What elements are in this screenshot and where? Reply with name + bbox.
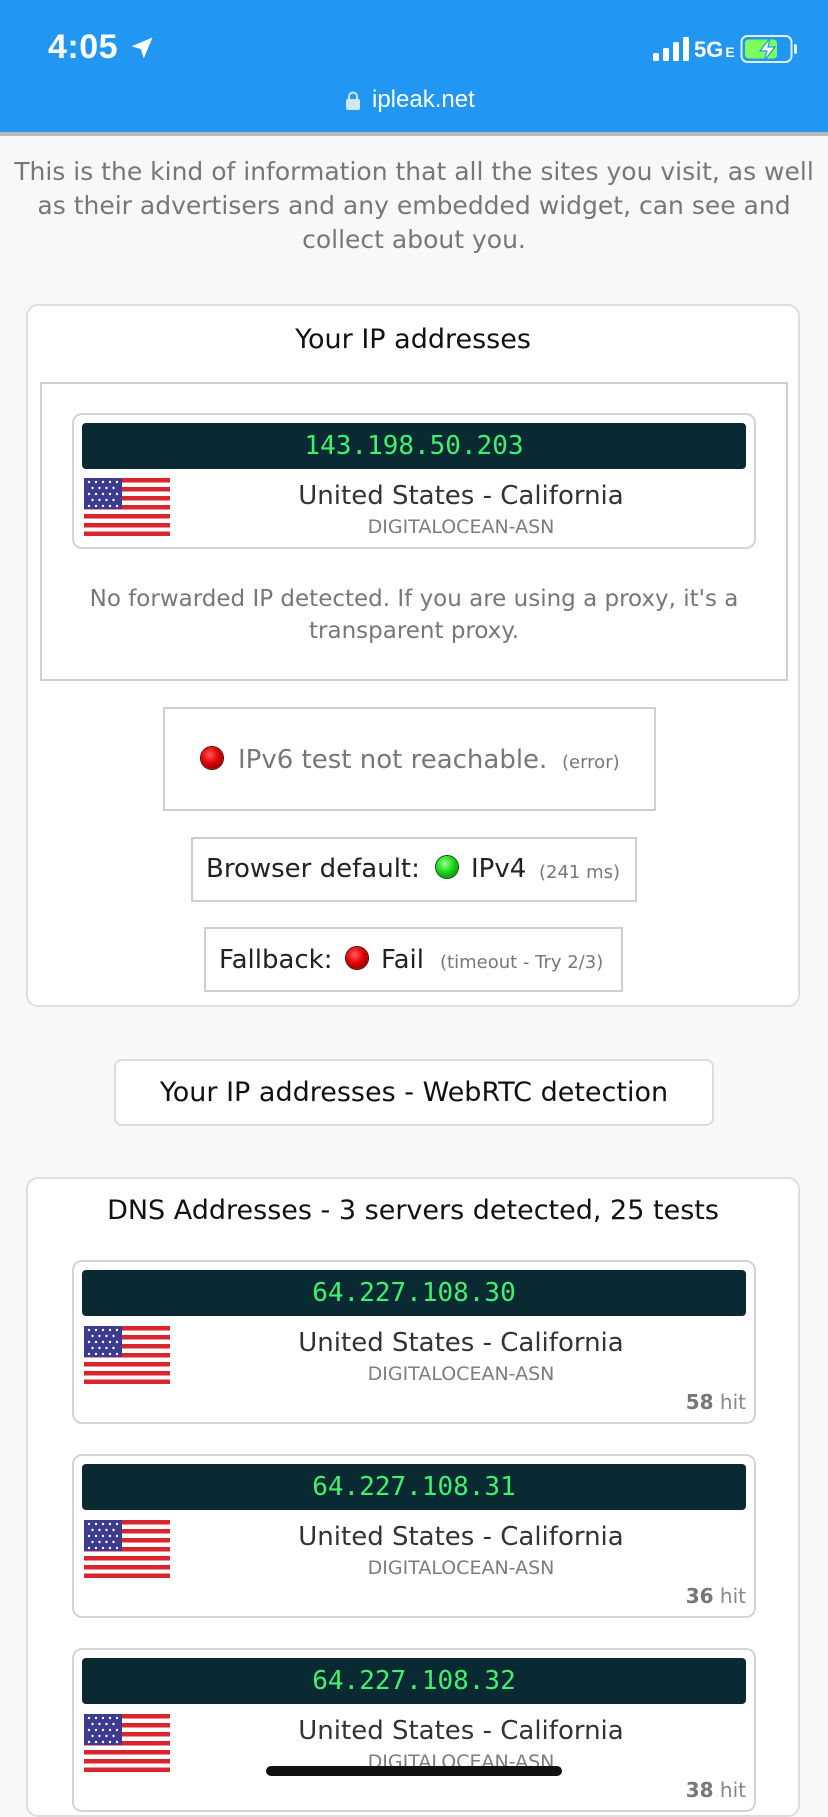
dns-ip-address[interactable]: 64.227.108.31 xyxy=(82,1464,746,1510)
ip-address[interactable]: 143.198.50.203 xyxy=(82,423,746,469)
dns-ip-address[interactable]: 64.227.108.30 xyxy=(82,1270,746,1316)
status-green-icon xyxy=(436,856,458,878)
dns-hit-count: 38 hit xyxy=(685,1778,746,1802)
fallback-value: Fail xyxy=(381,945,424,975)
status-red-icon xyxy=(201,747,223,769)
status-red-icon xyxy=(346,947,368,969)
dns-server-entry: 64.227.108.31 United States - California… xyxy=(72,1454,756,1618)
ip-section-title: Your IP addresses xyxy=(295,324,531,355)
fallback-label: Fallback: xyxy=(219,945,333,975)
battery-charging-icon xyxy=(740,35,797,63)
lock-icon xyxy=(346,91,360,110)
dns-hit-count: 36 hit xyxy=(685,1584,746,1608)
dns-hit-count: 58 hit xyxy=(685,1390,746,1414)
browser-default-label: Browser default: xyxy=(206,854,420,884)
status-time: 4:05 xyxy=(48,28,119,66)
ipv6-test-box: IPv6 test not reachable. (error) xyxy=(163,707,656,811)
dns-location: United States - California xyxy=(298,1328,624,1358)
location-arrow-icon xyxy=(131,37,153,59)
intro-text: This is the kind of information that all… xyxy=(14,157,814,254)
dns-server-entry: 64.227.108.32 United States - California… xyxy=(72,1648,756,1812)
browser-default-detail: (241 ms) xyxy=(539,862,621,883)
browser-top-bar: 4:05 5G E ipleak.net xyxy=(0,0,828,132)
home-indicator[interactable] xyxy=(266,1766,562,1776)
ipv6-test-detail: (error) xyxy=(562,752,620,773)
ip-entry: 143.198.50.203 United States - Californi… xyxy=(72,413,756,549)
dns-server-entry: 64.227.108.30 United States - California… xyxy=(72,1260,756,1424)
ip-location: United States - California xyxy=(298,481,624,511)
url-bar[interactable]: ipleak.net xyxy=(372,86,475,114)
dns-asn: DIGITALOCEAN-ASN xyxy=(367,1557,555,1579)
fallback-detail: (timeout - Try 2/3) xyxy=(440,952,604,973)
ip-asn: DIGITALOCEAN-ASN xyxy=(367,516,555,538)
dns-section-title: DNS Addresses - 3 servers detected, 25 t… xyxy=(107,1195,719,1226)
top-bar-divider xyxy=(0,132,828,136)
signal-bars-icon xyxy=(653,37,689,61)
network-type: 5G E xyxy=(694,37,735,62)
us-flag-icon xyxy=(84,478,170,536)
dns-location: United States - California xyxy=(298,1716,624,1746)
browser-default-box: Browser default: IPv4 (241 ms) xyxy=(191,837,637,902)
dns-location: United States - California xyxy=(298,1522,624,1552)
browser-default-value: IPv4 xyxy=(471,854,527,884)
dns-ip-address[interactable]: 64.227.108.32 xyxy=(82,1658,746,1704)
fallback-box: Fallback: Fail (timeout - Try 2/3) xyxy=(204,927,623,992)
us-flag-icon xyxy=(84,1714,170,1772)
dns-asn: DIGITALOCEAN-ASN xyxy=(367,1363,555,1385)
ipv6-test-text: IPv6 test not reachable. xyxy=(238,745,548,775)
us-flag-icon xyxy=(84,1326,170,1384)
webrtc-detection-button[interactable]: Your IP addresses - WebRTC detection xyxy=(114,1059,714,1126)
us-flag-icon xyxy=(84,1520,170,1578)
forwarded-ip-note: No forwarded IP detected. If you are usi… xyxy=(89,586,739,644)
